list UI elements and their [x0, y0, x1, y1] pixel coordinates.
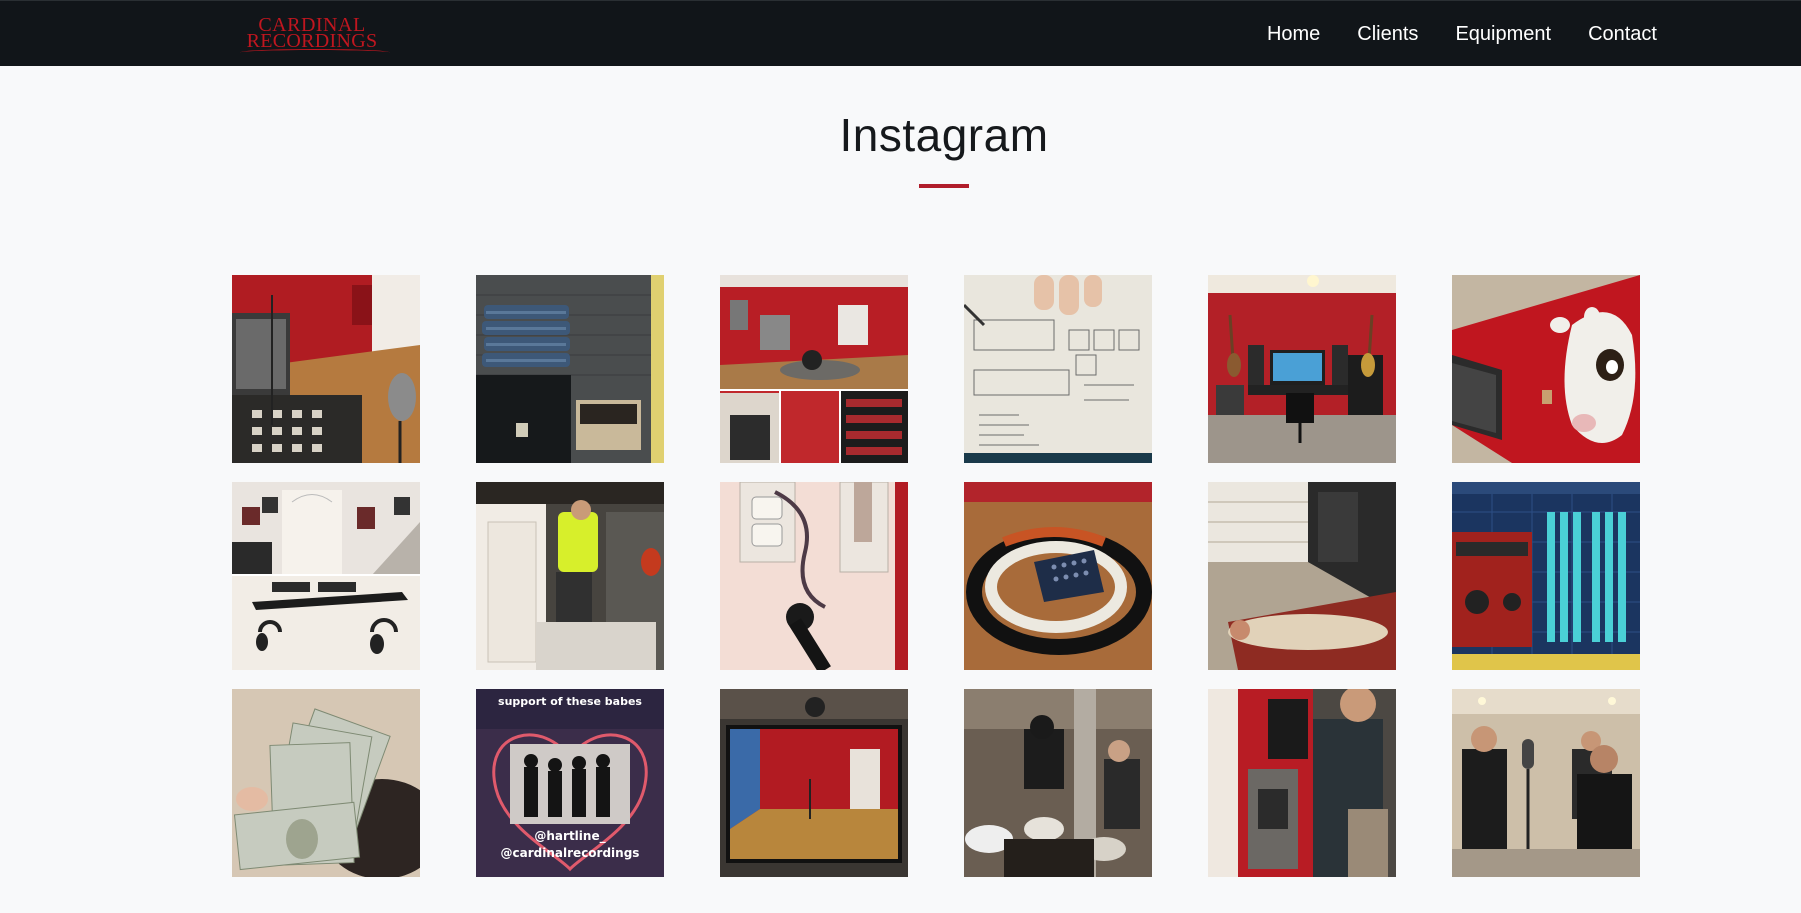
instagram-post-notebook-plan[interactable] — [964, 275, 1152, 463]
nav-equipment-link[interactable]: Equipment — [1455, 23, 1551, 46]
instagram-post-cash[interactable] — [232, 689, 420, 877]
instagram-post-wall-outlet[interactable] — [720, 482, 908, 670]
section-title: Instagram — [839, 109, 1049, 161]
post-caption-handle-2: @cardinalrecordings — [500, 846, 640, 860]
instagram-post-snake-cable[interactable] — [964, 482, 1152, 670]
post-caption-handle-1: @hartline_ — [534, 829, 606, 843]
instagram-post-mounting-panel[interactable] — [1208, 689, 1396, 877]
title-underline — [919, 184, 969, 188]
instagram-post-worker-ceiling[interactable] — [476, 482, 664, 670]
instagram-post-garage-floor[interactable] — [1208, 482, 1396, 670]
post-caption-top: support of these babes — [498, 695, 642, 708]
instagram-post-vocal-session[interactable] — [1452, 689, 1640, 877]
instagram-post-studio-collage[interactable] — [720, 275, 908, 463]
instagram-post-cow-head[interactable] — [1452, 275, 1640, 463]
instagram-post-entry-headphone-rack[interactable] — [232, 482, 420, 670]
instagram-post-studio-amp-mic[interactable] — [232, 275, 420, 463]
instagram-post-band-heart[interactable]: support of these babes @hartline_ @cardi… — [476, 689, 664, 877]
logo-swash — [240, 49, 390, 56]
instagram-post-drummer[interactable] — [964, 689, 1152, 877]
instagram-post-foam-panels-case[interactable] — [476, 275, 664, 463]
instagram-post-daw-plugin[interactable] — [1452, 482, 1640, 670]
instagram-post-control-room[interactable] — [1208, 275, 1396, 463]
nav-home-link[interactable]: Home — [1267, 23, 1320, 46]
navbar: CARDINAL RECORDINGS Home Clients Equipme… — [0, 0, 1801, 66]
nav-clients-link[interactable]: Clients — [1357, 23, 1418, 46]
nav-contact-link[interactable]: Contact — [1588, 23, 1657, 46]
logo-line-2: RECORDINGS — [246, 30, 378, 52]
main-nav: Home Clients Equipment Contact — [1267, 1, 1657, 67]
instagram-post-live-room-tv[interactable] — [720, 689, 908, 877]
cardinal-recordings-logo[interactable]: CARDINAL RECORDINGS — [232, 15, 392, 55]
instagram-gallery: support of these babes @hartline_ @cardi… — [232, 275, 1640, 877]
